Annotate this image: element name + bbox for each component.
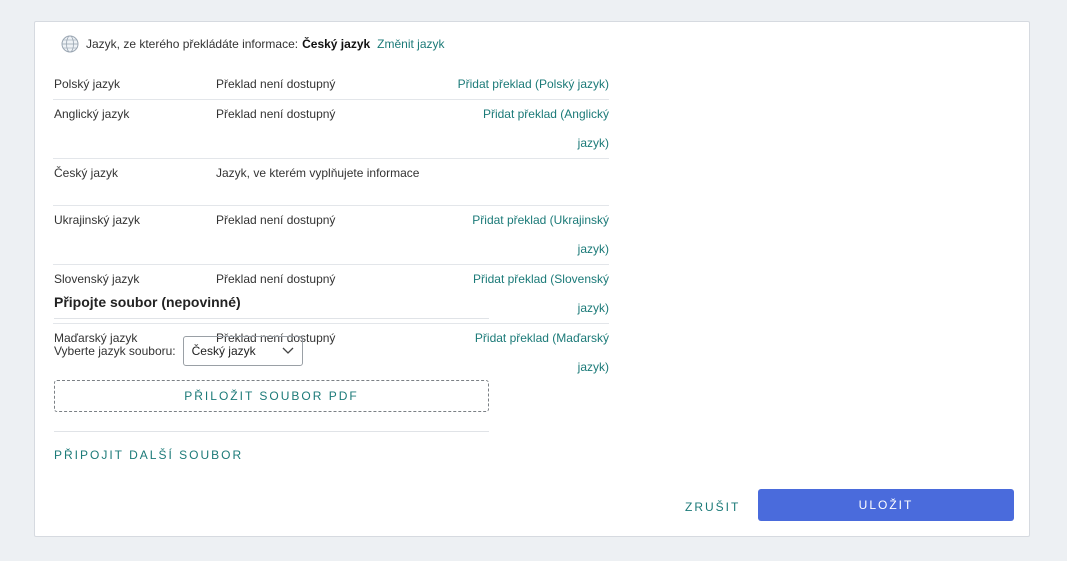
row-status: Jazyk, ve kterém vyplňujete informace xyxy=(216,166,420,180)
row-language: Polský jazyk xyxy=(54,77,121,91)
add-translation-hungarian-link[interactable]: Přidat překlad (Maďarský jazyk) xyxy=(475,331,609,374)
cancel-button[interactable]: ZRUŠIT xyxy=(685,500,740,514)
table-row: Anglický jazyk Překlad není dostupný Při… xyxy=(53,100,609,159)
source-language-line: Jazyk, ze kterého překládáte informace: … xyxy=(61,34,445,54)
file-language-row: Vyberte jazyk souboru: Český jazyk xyxy=(54,336,303,366)
add-translation-ukrainian-link[interactable]: Přidat překlad (Ukrajinský jazyk) xyxy=(472,213,609,256)
add-translation-english-link[interactable]: Přidat překlad (Anglický jazyk) xyxy=(483,107,609,150)
row-language: Anglický jazyk xyxy=(54,107,130,121)
divider xyxy=(54,431,489,432)
table-row: Polský jazyk Překlad není dostupný Přida… xyxy=(53,70,609,100)
row-status: Překlad není dostupný xyxy=(216,77,336,91)
table-row: Český jazyk Jazyk, ve kterém vyplňujete … xyxy=(53,159,609,206)
file-language-label: Vyberte jazyk souboru: xyxy=(54,344,176,358)
source-language-label: Jazyk, ze kterého překládáte informace: xyxy=(86,37,299,51)
row-language: Český jazyk xyxy=(54,166,119,180)
attach-pdf-button[interactable]: PŘILOŽIT SOUBOR PDF xyxy=(54,380,489,412)
add-translation-slovak-link[interactable]: Přidat překlad (Slovenský jazyk) xyxy=(473,272,609,315)
table-row: Ukrajinský jazyk Překlad není dostupný P… xyxy=(53,206,609,265)
attachment-section-title: Připojte soubor (nepovinné) xyxy=(54,294,489,319)
row-language: Ukrajinský jazyk xyxy=(54,213,141,227)
add-another-file-button[interactable]: PŘIPOJIT DALŠÍ SOUBOR xyxy=(54,448,243,462)
file-language-select[interactable]: Český jazyk xyxy=(182,336,303,366)
file-language-value: Český jazyk xyxy=(191,344,256,358)
globe-icon xyxy=(61,35,79,53)
source-language-current: Český jazyk xyxy=(302,37,371,51)
add-translation-polish-link[interactable]: Přidat překlad (Polský jazyk) xyxy=(458,77,609,91)
row-status: Překlad není dostupný xyxy=(216,107,336,121)
save-button[interactable]: ULOŽIT xyxy=(758,489,1014,521)
chevron-down-icon xyxy=(282,347,294,354)
change-language-link[interactable]: Změnit jazyk xyxy=(377,37,444,51)
translation-card: Jazyk, ze kterého překládáte informace: … xyxy=(34,21,1030,537)
row-status: Překlad není dostupný xyxy=(216,213,336,227)
